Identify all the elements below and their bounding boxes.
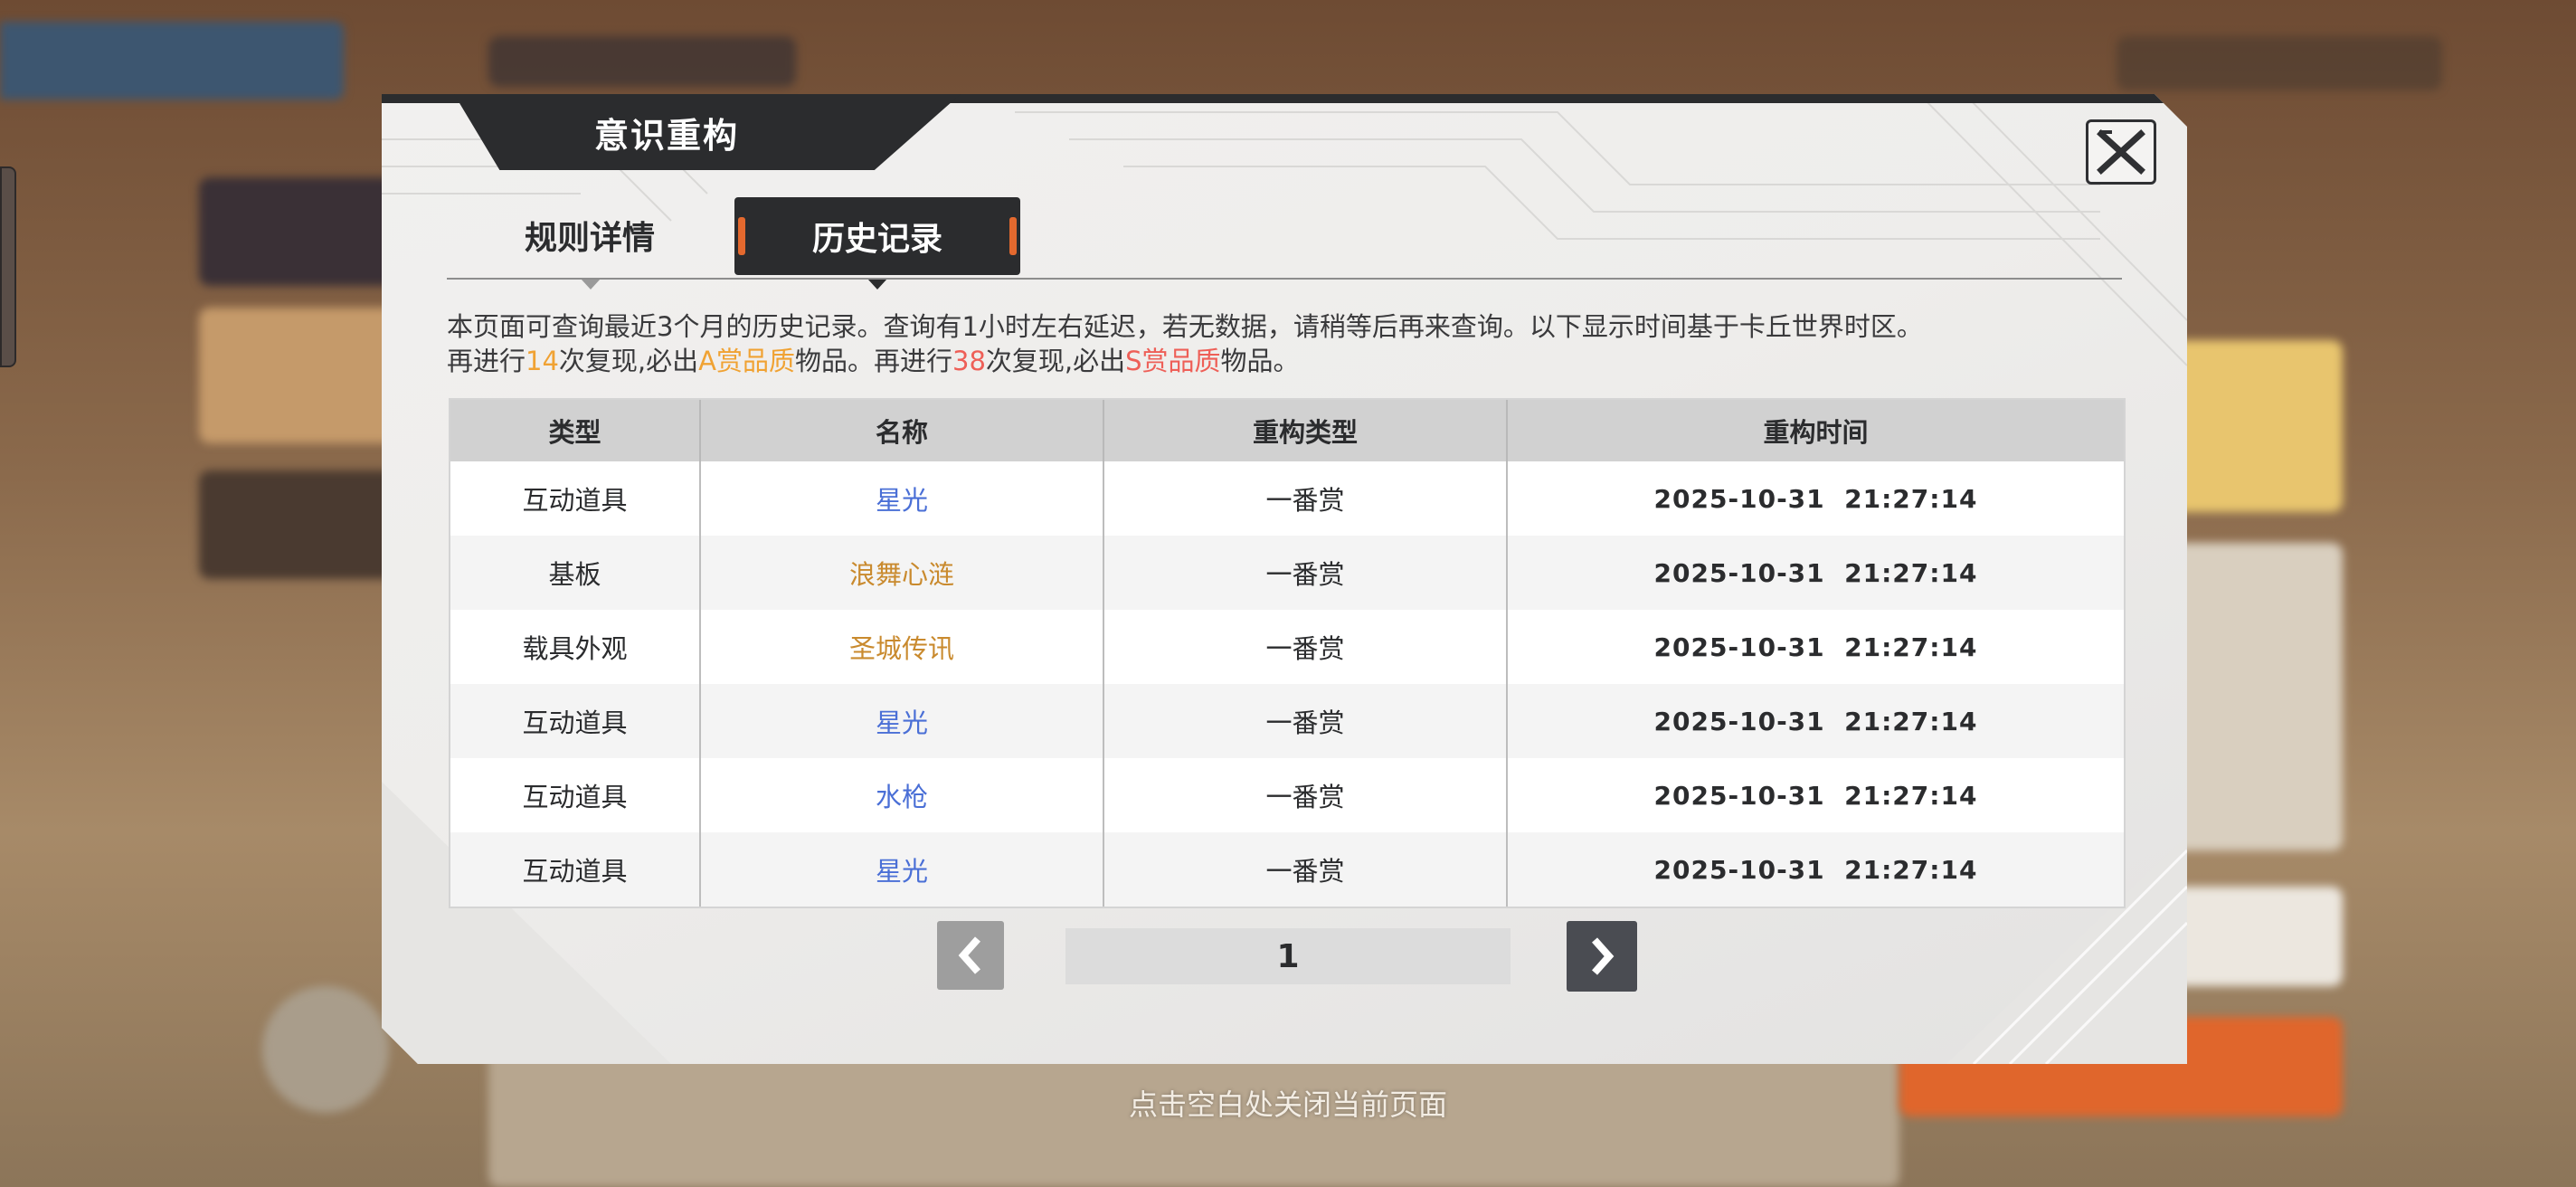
background-side-tab (0, 166, 16, 367)
table-header-row: 类型 名称 重构类型 重构时间 (450, 400, 2124, 461)
cell-rebuild-time: 2025-10-31 21:27:14 (1507, 684, 2124, 758)
background-card (199, 308, 398, 443)
column-header-type: 类型 (450, 400, 701, 461)
cell-rebuild-time: 2025-10-31 21:27:14 (1507, 758, 2124, 832)
previous-page-button[interactable] (937, 921, 1004, 990)
cell-rebuild-type: 一番赏 (1103, 758, 1508, 832)
current-page-number: 1 (1065, 928, 1511, 984)
notice-text-segment: 次复现,必出 (558, 346, 699, 376)
table-row: 基板 浪舞心涟 一番赏 2025-10-31 21:27:14 (450, 536, 2124, 610)
table-row: 互动道具 星光 一番赏 2025-10-31 21:27:14 (450, 461, 2124, 536)
cell-item-name: 星光 (700, 684, 1104, 758)
table-body: 互动道具 星光 一番赏 2025-10-31 21:27:14 基板 浪舞心涟 一番赏 202… (450, 461, 2124, 907)
background-reward-card (2171, 887, 2343, 986)
game-screen: 意识重构 规则详情 历史记录 本页面可查询最近3个月的历史记录。查询有1小时左右… (0, 0, 2576, 1187)
table-row: 互动道具 星光 一番赏 2025-10-31 21:27:14 (450, 684, 2124, 758)
history-dialog: 意识重构 规则详情 历史记录 本页面可查询最近3个月的历史记录。查询有1小时左右… (382, 94, 2187, 1064)
cell-rebuild-time: 2025-10-31 21:27:14 (1507, 610, 2124, 684)
chevron-left-icon (958, 936, 980, 974)
cell-rebuild-type: 一番赏 (1103, 461, 1508, 536)
close-button[interactable] (2086, 119, 2156, 185)
notice-text-segment: 次复现,必出 (985, 346, 1126, 376)
tab-history-label: 历史记录 (811, 221, 942, 258)
cell-item-name: 星光 (700, 461, 1104, 536)
chevron-right-icon (1592, 937, 1615, 975)
cell-item-name: 星光 (700, 832, 1104, 907)
table-row: 互动道具 水枪 一番赏 2025-10-31 21:27:14 (450, 758, 2124, 832)
notice-line-2: 再进行14次复现,必出A赏品质物品。再进行38次复现,必出S赏品质物品。 (447, 344, 2075, 378)
notice-text-segment: 物品。再进行 (794, 346, 952, 376)
cell-item-name: 浪舞心涟 (700, 536, 1104, 610)
cell-item-name: 水枪 (700, 758, 1104, 832)
tab-history[interactable]: 历史记录 (734, 197, 1020, 275)
notice-text-segment: 再进行 (447, 346, 526, 376)
background-card (199, 470, 398, 579)
table-row: 互动道具 星光 一番赏 2025-10-31 21:27:14 (450, 832, 2124, 907)
cell-item-name: 圣城传讯 (700, 610, 1104, 684)
notice-text-segment: 物品。 (1220, 346, 1300, 376)
tab-rules-details[interactable]: 规则详情 (490, 197, 689, 273)
column-header-rebuild-type: 重构类型 (1103, 400, 1508, 461)
dialog-title: 意识重构 (593, 115, 739, 156)
tab-divider (447, 278, 2122, 280)
table-row: 载具外观 圣城传讯 一番赏 2025-10-31 21:27:14 (450, 610, 2124, 684)
cell-type: 基板 (450, 536, 701, 610)
close-hint-text[interactable]: 点击空白处关闭当前页面 (0, 1082, 2576, 1124)
s-grade-label: S赏品质 (1125, 346, 1221, 376)
background-top-panel (488, 36, 796, 87)
background-currency-bar (2117, 36, 2442, 90)
notice-line-1: 本页面可查询最近3个月的历史记录。查询有1小时左右延迟，若无数据，请稍等后再来查… (447, 311, 1923, 342)
column-header-name: 名称 (700, 400, 1104, 461)
cell-rebuild-type: 一番赏 (1103, 610, 1508, 684)
cell-type: 载具外观 (450, 610, 701, 684)
cell-rebuild-time: 2025-10-31 21:27:14 (1507, 832, 2124, 907)
cell-rebuild-time: 2025-10-31 21:27:14 (1507, 536, 2124, 610)
background-top-bar (0, 22, 344, 100)
background-card (199, 177, 398, 286)
column-header-rebuild-time: 重构时间 (1507, 400, 2124, 461)
background-reward-card (2171, 543, 2343, 850)
close-x-icon (2097, 129, 2145, 175)
cell-rebuild-time: 2025-10-31 21:27:14 (1507, 461, 2124, 536)
cell-type: 互动道具 (450, 461, 701, 536)
cell-type: 互动道具 (450, 758, 701, 832)
next-page-button[interactable] (1567, 921, 1637, 992)
tab-rules-indicator (581, 279, 601, 290)
cell-type: 互动道具 (450, 684, 701, 758)
a-grade-remaining-count: 14 (526, 346, 559, 376)
s-grade-remaining-count: 38 (952, 346, 986, 376)
history-table: 类型 名称 重构类型 重构时间 互动道具 星光 一番赏 2025-10-31 21:2… (449, 398, 2126, 908)
cell-rebuild-type: 一番赏 (1103, 536, 1508, 610)
a-grade-label: A赏品质 (698, 346, 795, 376)
notice-text: 本页面可查询最近3个月的历史记录。查询有1小时左右延迟，若无数据，请稍等后再来查… (447, 309, 2075, 378)
cell-rebuild-type: 一番赏 (1103, 684, 1508, 758)
cell-type: 互动道具 (450, 832, 701, 907)
cell-rebuild-type: 一番赏 (1103, 832, 1508, 907)
tab-history-indicator (867, 279, 887, 290)
